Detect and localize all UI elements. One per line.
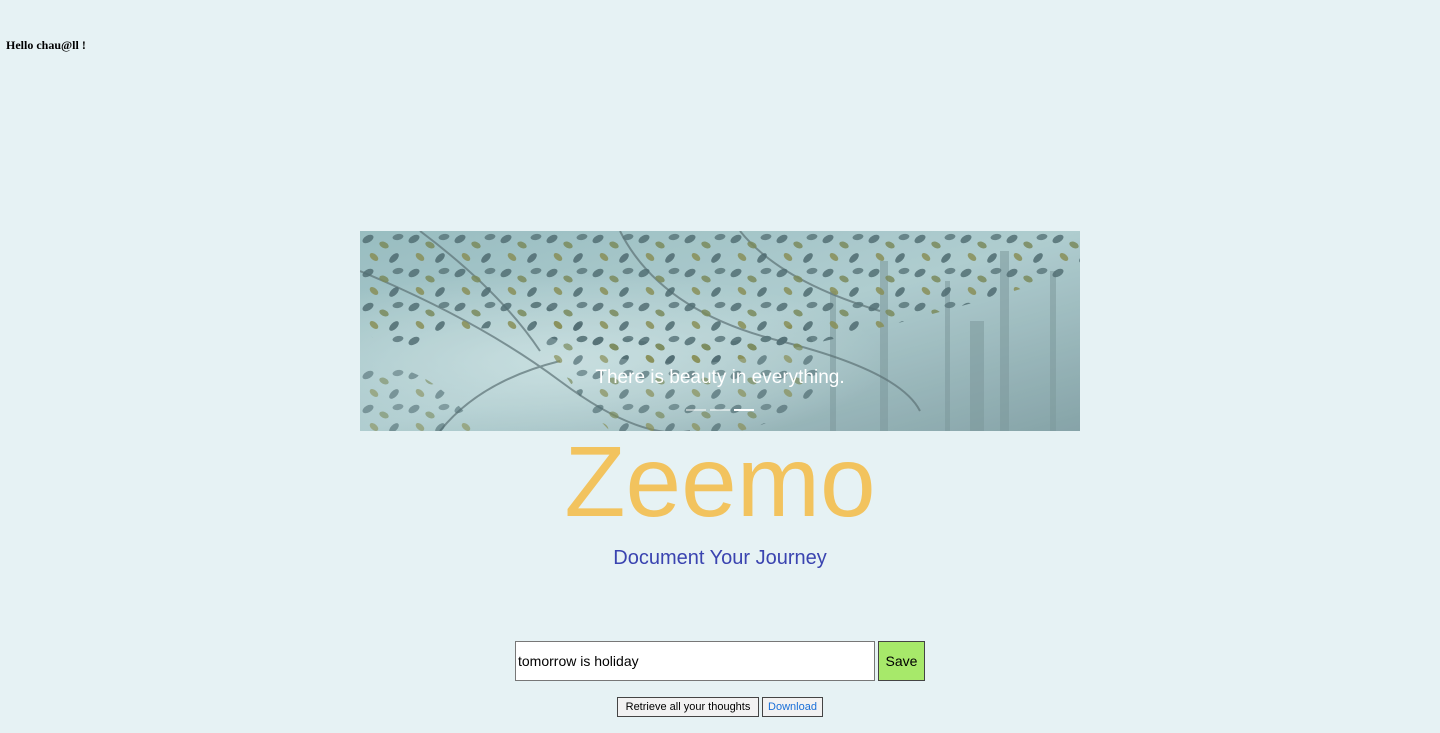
brand-tagline: Document Your Journey <box>613 547 827 569</box>
brand-title: Zeemo <box>564 426 876 538</box>
carousel-indicators <box>360 409 1080 411</box>
greeting-text: Hello chau@ll ! <box>6 38 86 52</box>
thought-input[interactable] <box>515 641 875 681</box>
download-link[interactable]: Download <box>762 697 823 717</box>
carousel-image <box>360 231 1080 431</box>
carousel-indicator-1[interactable] <box>686 409 706 411</box>
hero-carousel[interactable]: There is beauty in everything. <box>360 231 1080 431</box>
carousel-indicator-2[interactable] <box>710 409 730 411</box>
carousel-caption: There is beauty in everything. <box>595 367 845 388</box>
save-button[interactable]: Save <box>878 641 925 681</box>
retrieve-thoughts-button[interactable]: Retrieve all your thoughts <box>617 697 759 717</box>
carousel-indicator-3[interactable] <box>734 409 754 411</box>
